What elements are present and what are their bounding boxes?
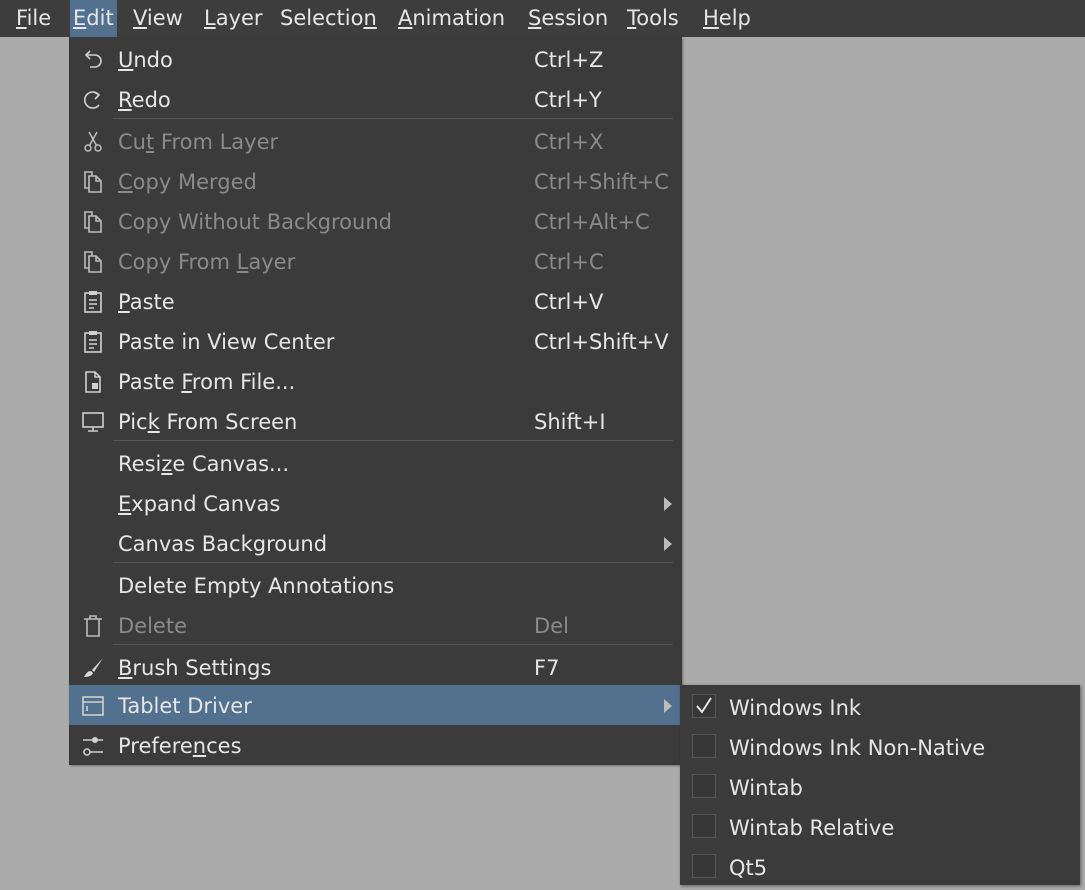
submenu-arrow-icon [664, 537, 672, 551]
menu-item-paste-in-view-center[interactable]: Paste in View Center Ctrl+Shift+V [69, 321, 682, 361]
menu-separator [113, 440, 673, 441]
preferences-icon [83, 737, 103, 756]
menu-item-label: Delete Empty Annotations [118, 574, 395, 598]
menu-item-tablet-driver[interactable]: Tablet Driver [69, 685, 682, 725]
menu-edit[interactable]: Edit [70, 0, 117, 37]
shortcut-text: Ctrl+V [534, 290, 604, 314]
monitor-icon [82, 412, 104, 432]
redo-icon [84, 91, 101, 109]
menu-item-label: Copy Merged [118, 170, 257, 194]
menu-item-label: Expand Canvas [118, 492, 281, 516]
checkbox-checked[interactable] [692, 694, 716, 718]
menu-item-label: Copy Without Background [118, 210, 392, 234]
menu-item-expand-canvas[interactable]: Expand Canvas [69, 483, 682, 523]
menu-view[interactable]: View [130, 0, 186, 37]
menu-item-copy-merged[interactable]: Copy Merged Ctrl+Shift+C [69, 161, 682, 201]
menu-selection[interactable]: Selection [277, 0, 380, 37]
menu-item-redo[interactable]: Redo Ctrl+Y [69, 79, 682, 119]
menu-item-delete-empty-annotations[interactable]: Delete Empty Annotations [69, 565, 682, 605]
shortcut-text: Ctrl+C [534, 250, 604, 274]
tablet-icon [82, 696, 104, 716]
checkbox-unchecked[interactable] [692, 734, 716, 758]
menu-item-copy-without-background[interactable]: Copy Without Background Ctrl+Alt+C [69, 201, 682, 241]
submenu-arrow-icon [664, 699, 672, 713]
menu-item-label: Paste in View Center [118, 330, 335, 354]
menu-item-label: Canvas Background [118, 532, 328, 556]
menu-item-label: Pick From Screen [118, 410, 298, 434]
menu-item-label: Preferences [118, 734, 242, 758]
submenu-item-label: Qt5 [729, 856, 768, 880]
paste-icon [84, 331, 102, 353]
submenu-item-label: Windows Ink [729, 696, 862, 720]
menu-separator [113, 562, 673, 563]
submenu-item-label: Windows Ink Non-Native [729, 736, 986, 760]
checkbox-unchecked[interactable] [692, 814, 716, 838]
submenu-item-label: Wintab Relative [729, 816, 895, 840]
scissors-icon [84, 131, 102, 152]
menu-item-label: Copy From Layer [118, 250, 296, 274]
menu-bar: File Edit View Layer Selection Animation… [0, 0, 1085, 37]
paste-icon [84, 291, 102, 313]
menu-item-pick-from-screen[interactable]: Pick From Screen Shift+I [69, 401, 682, 441]
menu-separator [113, 644, 673, 645]
menu-item-undo[interactable]: Undo Ctrl+Z [69, 39, 682, 79]
shortcut-text: Ctrl+Z [534, 48, 604, 72]
shortcut-text: Ctrl+X [534, 130, 604, 154]
undo-icon [84, 50, 102, 68]
menu-item-brush-settings[interactable]: Brush Settings F7 [69, 647, 682, 687]
submenu-item-wintab-relative[interactable]: Wintab Relative [680, 807, 1080, 847]
brush-icon [84, 658, 103, 677]
shortcut-text: Del [534, 614, 569, 638]
checkbox-unchecked[interactable] [692, 854, 716, 878]
menu-separator [113, 118, 673, 119]
menu-item-label: Tablet Driver [118, 694, 252, 718]
menu-item-label: Redo [118, 88, 171, 112]
trash-icon [84, 615, 102, 637]
menu-item-preferences[interactable]: Preferences [69, 725, 682, 765]
edit-menu-dropdown: Undo Ctrl+Z Redo Ctrl+Y Cut From Layer C… [69, 37, 682, 765]
submenu-arrow-icon [664, 497, 672, 511]
menu-item-resize-canvas[interactable]: Resize Canvas... [69, 443, 682, 483]
menu-item-label: Paste From File... [118, 370, 296, 394]
shortcut-text: Ctrl+Shift+V [534, 330, 669, 354]
menu-item-paste[interactable]: Paste Ctrl+V [69, 281, 682, 321]
menu-tools[interactable]: Tools [624, 0, 682, 37]
copy-icon [84, 211, 102, 233]
copy-icon [84, 171, 102, 193]
shortcut-text: Ctrl+Alt+C [534, 210, 650, 234]
paste-file-icon [85, 371, 101, 393]
menu-layer[interactable]: Layer [201, 0, 266, 37]
shortcut-text: Shift+I [534, 410, 606, 434]
submenu-item-windows-ink-non-native[interactable]: Windows Ink Non-Native [680, 727, 1080, 767]
submenu-item-wintab[interactable]: Wintab [680, 767, 1080, 807]
menu-item-paste-from-file[interactable]: Paste From File... [69, 361, 682, 401]
submenu-item-windows-ink[interactable]: Windows Ink [680, 687, 1080, 727]
menu-session[interactable]: Session [525, 0, 611, 37]
menu-item-delete[interactable]: Delete Del [69, 605, 682, 645]
tablet-driver-submenu: Windows Ink Windows Ink Non-Native Winta… [680, 685, 1080, 885]
menu-item-label: Brush Settings [118, 656, 272, 680]
menu-file[interactable]: File [13, 0, 54, 37]
submenu-item-label: Wintab [729, 776, 803, 800]
menu-item-label: Resize Canvas... [118, 452, 290, 476]
copy-icon [84, 251, 102, 273]
checkbox-unchecked[interactable] [692, 774, 716, 798]
menu-item-label: Undo [118, 48, 173, 72]
shortcut-text: Ctrl+Shift+C [534, 170, 669, 194]
menu-item-copy-from-layer[interactable]: Copy From Layer Ctrl+C [69, 241, 682, 281]
menu-item-label: Cut From Layer [118, 130, 279, 154]
menu-item-label: Delete [118, 614, 187, 638]
menu-animation[interactable]: Animation [395, 0, 508, 37]
menu-item-canvas-background[interactable]: Canvas Background [69, 523, 682, 563]
menu-item-cut-from-layer[interactable]: Cut From Layer Ctrl+X [69, 121, 682, 161]
shortcut-text: Ctrl+Y [534, 88, 602, 112]
checkmark-icon [696, 697, 712, 714]
menu-item-label: Paste [118, 290, 175, 314]
shortcut-text: F7 [534, 656, 560, 680]
menu-help[interactable]: Help [700, 0, 754, 37]
submenu-item-qt5[interactable]: Qt5 [680, 847, 1080, 887]
